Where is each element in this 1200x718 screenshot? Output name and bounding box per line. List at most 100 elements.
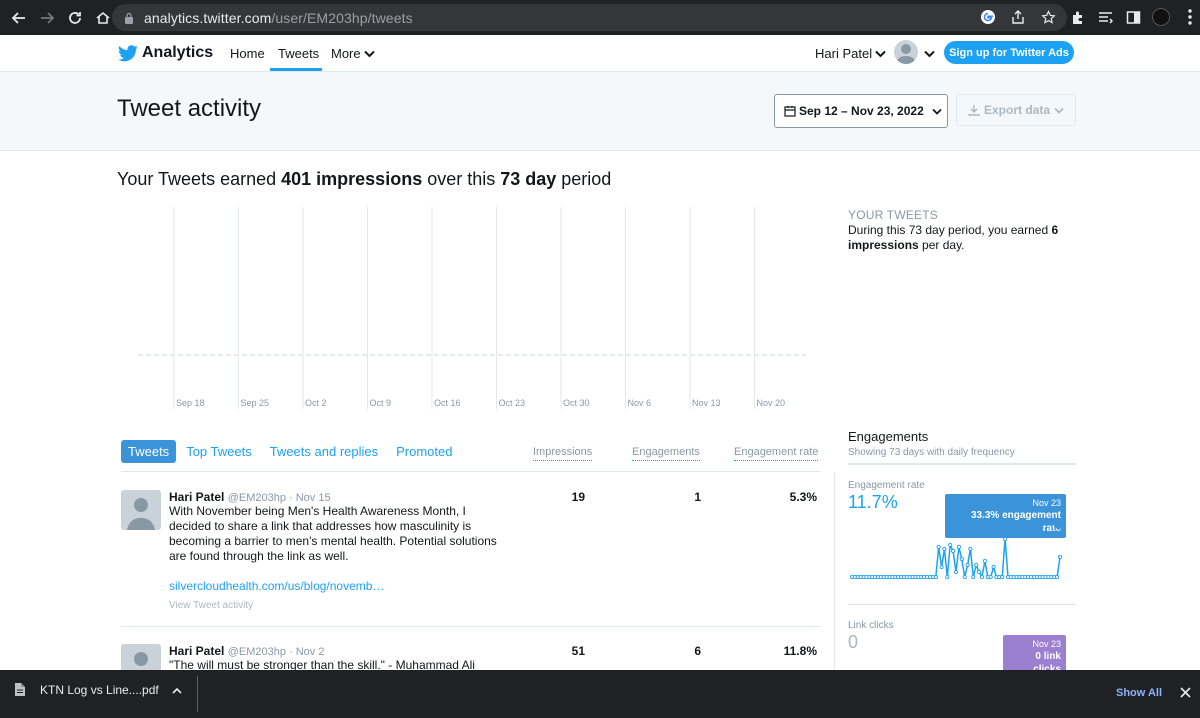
bookmark-star-icon[interactable] — [1039, 8, 1057, 26]
tweet-engagement-rate: 11.8% — [783, 644, 817, 658]
your-tweets-heading: YOUR TWEETS — [848, 208, 938, 222]
chevron-down-icon — [875, 50, 886, 57]
twitter-bird-icon — [118, 44, 138, 61]
x-tick-label: Nov 6 — [628, 398, 652, 408]
lock-icon — [125, 12, 133, 24]
nav-active-indicator — [270, 68, 322, 71]
export-data-button[interactable]: Export data — [956, 94, 1076, 126]
sparkline-point — [974, 562, 979, 568]
x-tick-label: Nov 20 — [757, 398, 786, 408]
download-item[interactable]: KTN Log vs Line....pdf — [14, 682, 159, 697]
tweet-author[interactable]: Hari Patel @EM203hp · Nov 2 — [169, 644, 324, 658]
calendar-icon — [784, 106, 796, 117]
analytics-header: Analytics Home Tweets More Hari Patel Si… — [0, 35, 1200, 72]
divider — [848, 463, 1076, 465]
your-tweets-panel: YOUR TWEETS During this 73 day period, y… — [848, 208, 1078, 253]
file-icon — [15, 683, 25, 696]
extensions-icon[interactable] — [1068, 8, 1086, 26]
sparkline-point — [951, 548, 956, 554]
sparkline-point — [1057, 554, 1063, 560]
url-path: /user/EM203hp/tweets — [271, 9, 413, 26]
x-tick-label: Sep 25 — [241, 398, 270, 408]
nav-tweets[interactable]: Tweets — [278, 46, 319, 61]
sparkline-point — [939, 564, 944, 570]
divider — [197, 676, 198, 712]
brand[interactable]: Analytics — [118, 44, 213, 62]
tab-tweets[interactable]: Tweets — [121, 440, 177, 463]
download-icon — [968, 105, 980, 116]
share-icon[interactable] — [1009, 8, 1027, 26]
x-tick-label: Sep 18 — [176, 398, 205, 408]
sparkline-point — [968, 546, 973, 552]
user-avatar[interactable] — [894, 40, 918, 64]
tweet-avatar[interactable] — [121, 490, 161, 530]
tweet-author[interactable]: Hari Patel @EM203hp · Nov 15 — [169, 490, 331, 504]
tweet-engagement-rate: 5.3% — [789, 490, 817, 504]
chevron-down-icon — [363, 50, 375, 57]
sparkline-point — [982, 558, 987, 564]
tweet-link[interactable]: silvercloudhealth.com/us/blog/novemb… — [169, 579, 384, 593]
user-name: Hari Patel — [815, 46, 873, 61]
user-menu[interactable]: Hari Patel — [815, 46, 886, 61]
side-panel-icon[interactable] — [1124, 8, 1142, 26]
url-host: analytics.twitter.com — [144, 9, 272, 26]
sparkline-point — [945, 574, 950, 580]
divider — [121, 626, 821, 627]
profile-avatar-icon[interactable] — [1152, 8, 1170, 26]
date-range-button[interactable]: Sep 12 – Nov 23, 2022 — [774, 94, 948, 128]
back-icon[interactable] — [6, 5, 32, 31]
sparkline-point — [1055, 574, 1060, 580]
sparkline-point — [991, 564, 996, 570]
chevron-down-icon[interactable] — [924, 50, 935, 58]
engagement-rate-label: Engagement rate — [848, 480, 925, 491]
reload-icon[interactable] — [62, 5, 88, 31]
your-tweets-line1: During this 73 day period, you earned — [848, 223, 1052, 237]
link-clicks-label: Link clicks — [848, 620, 894, 631]
view-tweet-activity-link[interactable]: View Tweet activity — [169, 600, 253, 611]
sparkline-point — [942, 546, 947, 552]
column-impressions[interactable]: Impressions — [533, 446, 593, 461]
tab-tweets-and-replies[interactable]: Tweets and replies — [270, 444, 378, 459]
reading-list-icon[interactable] — [1096, 8, 1114, 26]
tweet-text: With November being Men's Health Awarene… — [169, 504, 497, 563]
nav-home[interactable]: Home — [230, 46, 265, 61]
chevron-up-icon[interactable] — [172, 687, 182, 694]
tweet-author-name: Hari Patel — [169, 490, 225, 504]
tweet-engagements: 6 — [694, 644, 701, 658]
tweet-engagements: 1 — [694, 490, 701, 504]
address-bar[interactable]: analytics.twitter.com/user/EM203hp/tweet… — [112, 4, 1067, 31]
date-range-label: Sep 12 – Nov 23, 2022 — [799, 104, 924, 118]
x-tick-label: Oct 16 — [434, 398, 461, 408]
summary-period: 73 day — [500, 169, 557, 189]
tab-top-tweets[interactable]: Top Tweets — [186, 444, 252, 459]
chrome-menu-icon[interactable] — [1188, 9, 1192, 25]
x-tick-label: Oct 2 — [305, 398, 327, 408]
x-tick-label: Oct 30 — [563, 398, 590, 408]
column-engagement-rate[interactable]: Engagement rate — [734, 446, 819, 461]
engagement-rate-value: 11.7% — [848, 492, 898, 512]
close-icon[interactable] — [1180, 687, 1191, 698]
signup-ads-button[interactable]: Sign up for Twitter Ads — [944, 41, 1074, 64]
tooltip-date: Nov 23 — [1032, 498, 1061, 508]
engagements-subtitle: Showing 73 days with daily frequency — [848, 447, 1015, 458]
summary-middle: over this — [422, 169, 501, 189]
engagement-rate-sparkline — [849, 536, 1063, 580]
column-engagements[interactable]: Engagements — [632, 446, 700, 461]
chevron-down-icon — [1054, 107, 1064, 114]
tweet-impressions: 51 — [571, 644, 585, 658]
forward-icon[interactable] — [34, 5, 60, 31]
engagements-title: Engagements — [848, 429, 929, 444]
x-tick-label: Oct 23 — [499, 398, 526, 408]
sparkline-point — [936, 544, 941, 550]
show-all-button[interactable]: Show All — [1116, 687, 1162, 699]
tweet-impressions: 19 — [571, 490, 585, 504]
sparkline-point — [953, 569, 959, 575]
tweet-author-name: Hari Patel — [169, 644, 225, 658]
google-icon[interactable] — [979, 8, 997, 26]
nav-more[interactable]: More — [331, 46, 375, 61]
impressions-summary: Your Tweets earned 401 impressions over … — [117, 169, 611, 190]
tab-promoted[interactable]: Promoted — [396, 444, 452, 459]
sparkline-point — [971, 574, 976, 580]
sparkline-point — [948, 542, 953, 548]
downloads-bar: KTN Log vs Line....pdf Show All — [0, 670, 1200, 718]
